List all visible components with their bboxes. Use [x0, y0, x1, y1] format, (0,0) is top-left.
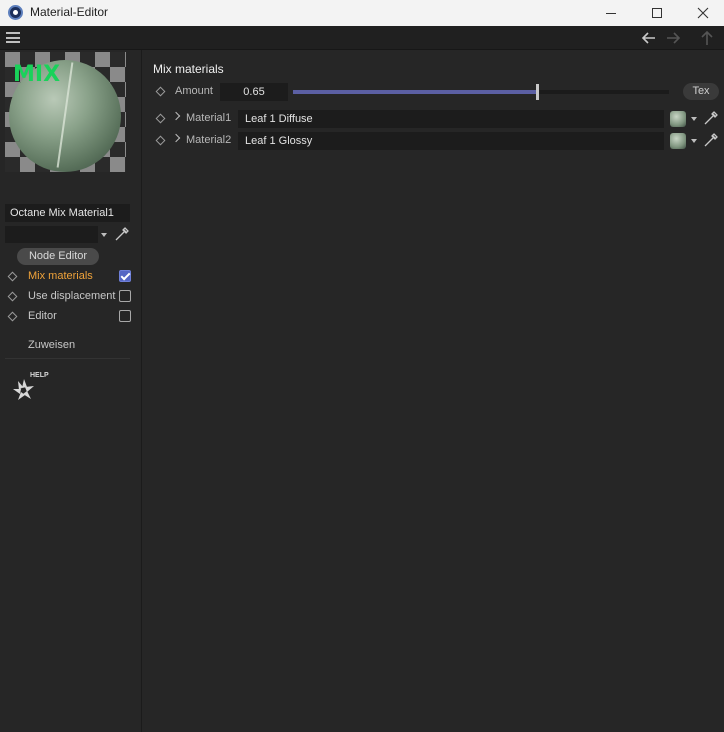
forward-button[interactable] — [664, 29, 682, 47]
arrow-left-icon — [641, 32, 655, 44]
section-title: Mix materials — [153, 62, 224, 76]
chevron-down-icon[interactable] — [691, 117, 697, 121]
chevron-right-icon[interactable] — [171, 133, 181, 143]
material1-link-field[interactable]: Leaf 1 Diffuse — [238, 110, 664, 128]
slider-handle[interactable] — [536, 84, 540, 100]
material-name-field[interactable]: Octane Mix Material1 — [5, 204, 130, 222]
chevron-right-icon[interactable] — [171, 111, 181, 121]
keyframe-diamond-icon[interactable] — [155, 113, 166, 124]
amount-input[interactable]: 0.65 — [220, 83, 288, 101]
octane-help-icon[interactable]: HELP — [8, 370, 52, 406]
keyframe-diamond-icon[interactable] — [7, 271, 18, 282]
eyedropper-icon[interactable] — [703, 110, 719, 126]
material-swatch-icon[interactable] — [670, 111, 686, 127]
editor-toolbar — [0, 26, 724, 50]
chevron-down-icon[interactable] — [691, 139, 697, 143]
keyframe-diamond-icon[interactable] — [155, 135, 166, 146]
keyframe-diamond-icon[interactable] — [7, 311, 18, 322]
material-swatch-icon[interactable] — [670, 133, 686, 149]
channel-editor[interactable]: Editor — [0, 308, 142, 326]
channel-mix-materials[interactable]: Mix materials — [0, 268, 142, 286]
minimize-icon — [606, 12, 616, 14]
maximize-button[interactable] — [634, 0, 680, 26]
preview-mix-label: MIX — [13, 62, 61, 87]
hamburger-menu-icon[interactable] — [6, 32, 20, 43]
channel-checkbox[interactable] — [119, 290, 131, 302]
node-editor-button[interactable]: Node Editor — [17, 248, 99, 265]
divider — [5, 358, 130, 359]
back-button[interactable] — [640, 29, 658, 47]
tex-button[interactable]: Tex — [683, 83, 719, 100]
channel-checkbox[interactable] — [119, 270, 131, 282]
eyedropper-icon[interactable] — [703, 132, 719, 148]
help-label: HELP — [30, 372, 49, 379]
channel-use-displacement[interactable]: Use displacement — [0, 288, 142, 306]
eyedropper-icon[interactable] — [114, 226, 130, 242]
material1-row: Material1 Leaf 1 Diffuse — [142, 109, 724, 129]
material2-link-field[interactable]: Leaf 1 Glossy — [238, 132, 664, 150]
close-button[interactable] — [680, 0, 724, 26]
amount-label: Amount — [175, 85, 213, 97]
channel-label: Editor — [28, 310, 57, 322]
window-title: Material-Editor — [30, 5, 109, 19]
slider-fill — [293, 90, 538, 94]
assign-label[interactable]: Zuweisen — [28, 339, 75, 351]
title-bar: Material-Editor — [0, 0, 724, 26]
amount-row: Amount 0.65 Tex — [142, 82, 724, 102]
material1-label: Material1 — [186, 112, 232, 124]
cinema4d-icon — [8, 5, 23, 20]
keyframe-diamond-icon[interactable] — [7, 291, 18, 302]
arrow-right-icon — [667, 32, 681, 44]
material2-label: Material2 — [186, 134, 232, 146]
layer-field[interactable] — [5, 226, 98, 243]
channel-label: Use displacement — [28, 290, 116, 302]
material-preview[interactable]: MIX — [5, 52, 126, 172]
arrow-up-icon — [701, 30, 713, 45]
keyframe-diamond-icon[interactable] — [155, 86, 166, 97]
minimize-button[interactable] — [588, 0, 634, 26]
channel-label: Mix materials — [28, 270, 93, 282]
maximize-icon — [652, 8, 662, 18]
chevron-down-icon[interactable] — [101, 233, 107, 237]
close-icon — [697, 7, 709, 19]
material-sidebar: MIX Octane Mix Material1 Node Editor Mix… — [0, 50, 142, 732]
material2-row: Material2 Leaf 1 Glossy — [142, 131, 724, 151]
channel-checkbox[interactable] — [119, 310, 131, 322]
amount-slider[interactable] — [293, 84, 669, 100]
up-button[interactable] — [698, 29, 716, 47]
